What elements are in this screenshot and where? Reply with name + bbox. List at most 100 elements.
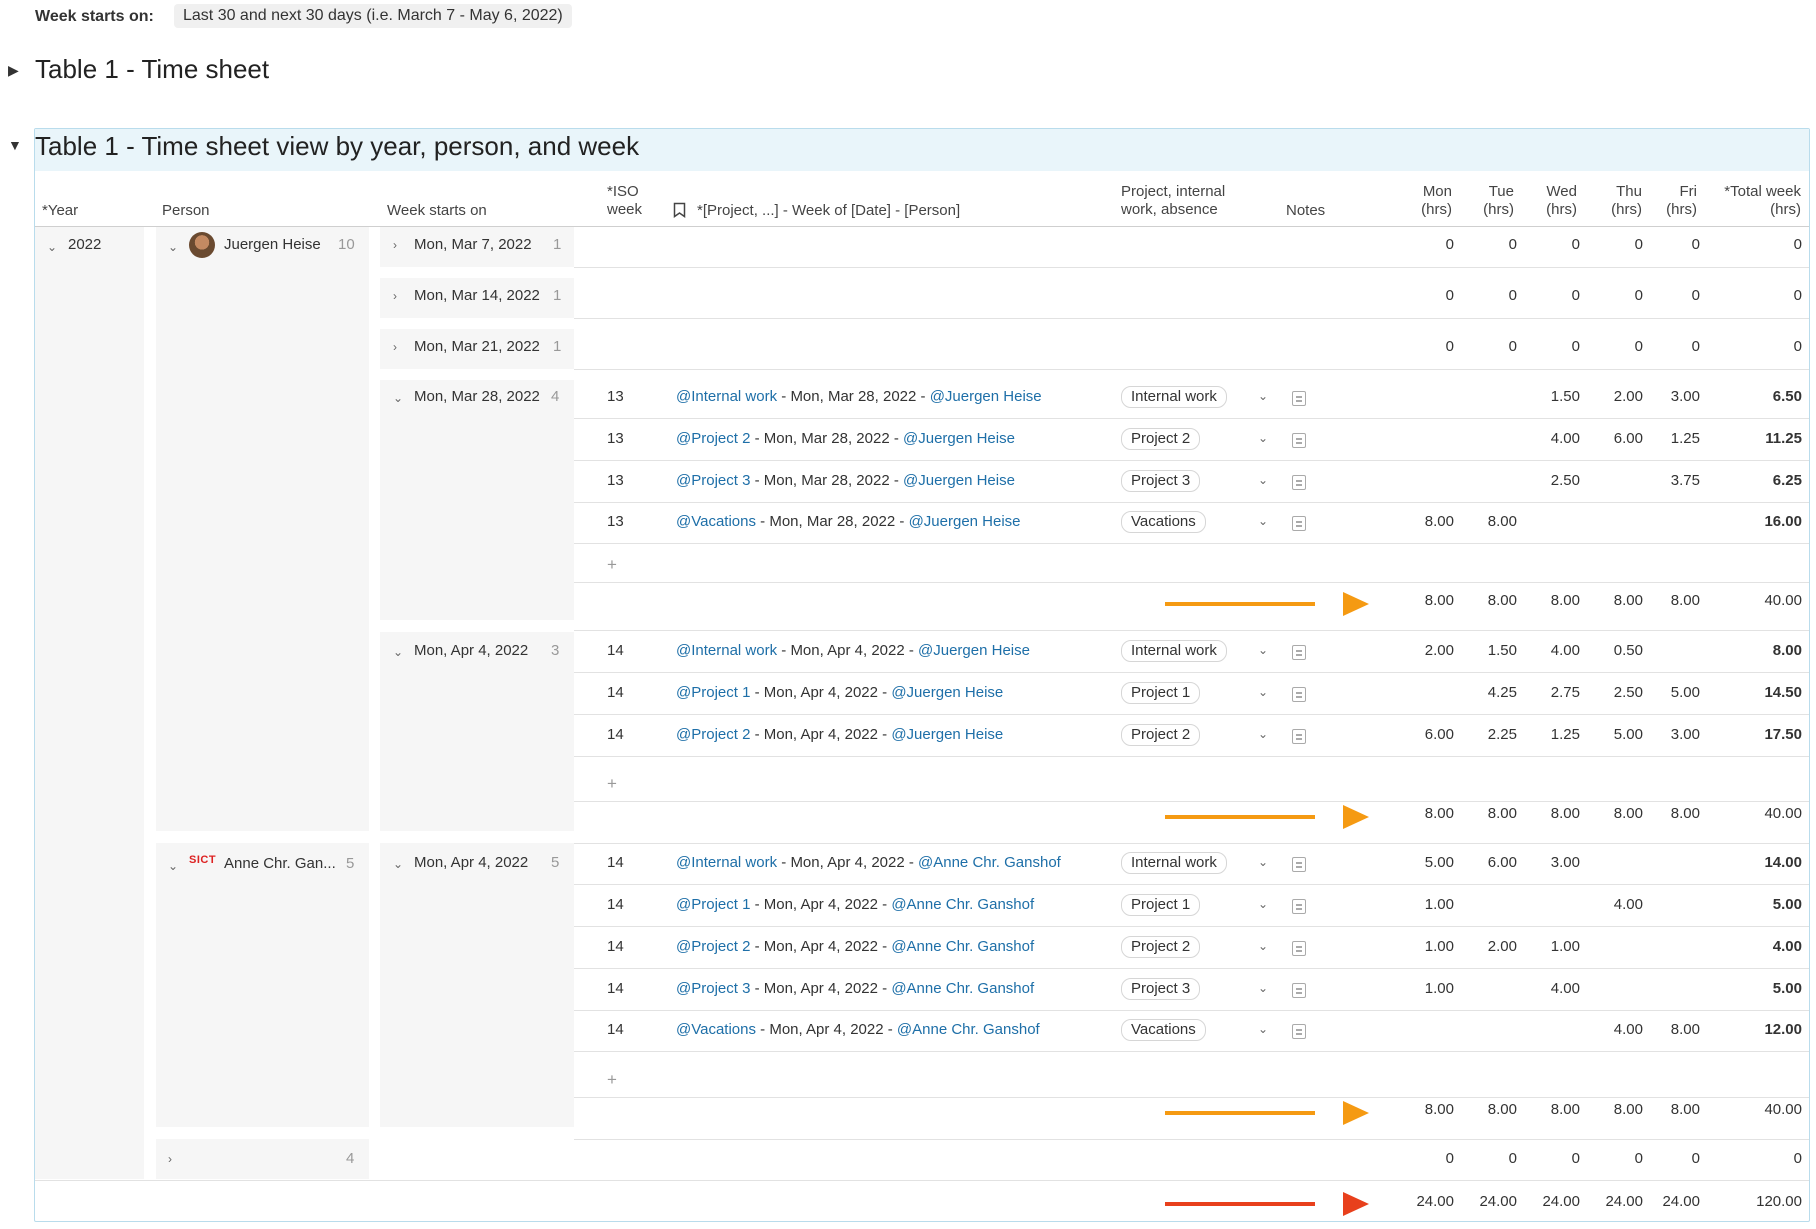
cell-tue[interactable]: 8.00 [1467,513,1517,530]
cell-total[interactable]: 8.00 [1752,642,1802,659]
cell-wed[interactable]: 0 [1530,1150,1580,1167]
row-name-cell[interactable]: @Internal work - Mon, Mar 28, 2022 - @Ju… [676,388,1042,405]
project-select-pill[interactable]: Internal work [1121,386,1227,408]
cell-mon[interactable]: 1.00 [1404,980,1454,997]
chevron-right-icon[interactable]: › [393,340,397,354]
col-header-total[interactable]: *Total week (hrs) [1705,183,1801,219]
cell-thu[interactable]: 8.00 [1593,805,1643,822]
cell-total[interactable]: 4.00 [1752,938,1802,955]
cell-thu[interactable]: 6.00 [1593,430,1643,447]
cell-total[interactable]: 0 [1752,1150,1802,1167]
cell-fri[interactable]: 8.00 [1650,1101,1700,1118]
chevron-down-icon[interactable]: ⌄ [1258,389,1268,403]
cell-thu[interactable]: 0 [1593,338,1643,355]
cell-wed[interactable]: 4.00 [1530,430,1580,447]
person-mention-link[interactable]: @Juergen Heise [909,513,1021,530]
cell-fri[interactable]: 8.00 [1650,1021,1700,1038]
cell-mon[interactable]: 1.00 [1404,896,1454,913]
cell-tue[interactable]: 24.00 [1467,1193,1517,1210]
cell-tue[interactable]: 2.25 [1467,726,1517,743]
project-select-pill[interactable]: Project 3 [1121,470,1201,492]
expand-triangle-icon[interactable]: ▶ [8,62,19,79]
project-select-pill[interactable]: Project 2 [1121,428,1201,450]
chevron-down-icon[interactable]: ⌄ [1258,1022,1268,1036]
cell-total[interactable]: 16.00 [1752,513,1802,530]
cell-fri[interactable]: 8.00 [1650,805,1700,822]
col-header-name[interactable]: *[Project, ...] - Week of [Date] - [Pers… [697,202,960,220]
cell-mon[interactable]: 2.00 [1404,642,1454,659]
project-mention-link[interactable]: @Project 3 [676,980,750,997]
project-select-pill[interactable]: Project 3 [1121,978,1201,1000]
project-select-pill[interactable]: Project 2 [1121,936,1201,958]
cell-mon[interactable]: 8.00 [1404,1101,1454,1118]
project-mention-link[interactable]: @Project 2 [676,726,750,743]
person-mention-link[interactable]: @Anne Chr. Ganshof [918,854,1061,871]
notes-icon[interactable] [1292,475,1306,490]
person-mention-link[interactable]: @Juergen Heise [918,642,1030,659]
row-name-cell[interactable]: @Project 2 - Mon, Mar 28, 2022 - @Juerge… [676,430,1015,447]
iso-week-cell[interactable]: 14 [607,642,624,659]
cell-total[interactable]: 12.00 [1752,1021,1802,1038]
cell-mon[interactable]: 1.00 [1404,938,1454,955]
chevron-down-icon[interactable]: ⌄ [1258,727,1268,741]
person-mention-link[interactable]: @Anne Chr. Ganshof [897,1021,1040,1038]
cell-wed[interactable]: 1.00 [1530,938,1580,955]
person-mention-link[interactable]: @Juergen Heise [930,388,1042,405]
col-header-fri[interactable]: Fri (hrs) [1657,183,1697,219]
iso-week-cell[interactable]: 13 [607,513,624,530]
cell-wed[interactable]: 8.00 [1530,592,1580,609]
iso-week-cell[interactable]: 13 [607,388,624,405]
cell-tue[interactable]: 4.25 [1467,684,1517,701]
project-mention-link[interactable]: @Project 2 [676,430,750,447]
chevron-down-icon[interactable]: ⌄ [168,240,178,254]
cell-wed[interactable]: 0 [1530,338,1580,355]
chevron-down-icon[interactable]: ⌄ [1258,473,1268,487]
cell-wed[interactable]: 8.00 [1530,1101,1580,1118]
cell-mon[interactable]: 24.00 [1404,1193,1454,1210]
notes-icon[interactable] [1292,433,1306,448]
section-title-timesheet[interactable]: Table 1 - Time sheet [35,54,269,85]
project-mention-link[interactable]: @Internal work [676,642,777,659]
cell-thu[interactable]: 0 [1593,236,1643,253]
cell-mon[interactable]: 8.00 [1404,805,1454,822]
notes-icon[interactable] [1292,983,1306,998]
person-mention-link[interactable]: @Juergen Heise [891,726,1003,743]
chevron-down-icon[interactable]: ⌄ [393,857,403,871]
cell-wed[interactable]: 1.50 [1530,388,1580,405]
project-mention-link[interactable]: @Internal work [676,854,777,871]
cell-tue[interactable]: 0 [1467,1150,1517,1167]
cell-fri[interactable]: 24.00 [1650,1193,1700,1210]
cell-fri[interactable]: 0 [1650,338,1700,355]
chevron-down-icon[interactable]: ⌄ [1258,897,1268,911]
cell-fri[interactable]: 0 [1650,236,1700,253]
cell-tue[interactable]: 8.00 [1467,805,1517,822]
project-mention-link[interactable]: @Project 3 [676,472,750,489]
chevron-right-icon[interactable]: › [393,289,397,303]
person-mention-link[interactable]: @Anne Chr. Ganshof [891,980,1034,997]
cell-total[interactable]: 17.50 [1752,726,1802,743]
cell-total[interactable]: 14.00 [1752,854,1802,871]
project-select-pill[interactable]: Project 1 [1121,682,1201,704]
col-header-thu[interactable]: Thu (hrs) [1602,183,1642,219]
cell-thu[interactable]: 4.00 [1593,1021,1643,1038]
iso-week-cell[interactable]: 14 [607,1021,624,1038]
project-select-pill[interactable]: Project 2 [1121,724,1201,746]
col-header-person[interactable]: Person [162,202,210,220]
row-name-cell[interactable]: @Project 2 - Mon, Apr 4, 2022 - @Anne Ch… [676,938,1034,955]
cell-wed[interactable]: 0 [1530,236,1580,253]
iso-week-cell[interactable]: 14 [607,980,624,997]
project-mention-link[interactable]: @Vacations [676,1021,756,1038]
cell-total[interactable]: 14.50 [1752,684,1802,701]
cell-fri[interactable]: 0 [1650,287,1700,304]
notes-icon[interactable] [1292,516,1306,531]
cell-thu[interactable]: 0 [1593,1150,1643,1167]
collapse-triangle-icon[interactable]: ▼ [8,137,22,153]
col-header-notes[interactable]: Notes [1286,202,1325,220]
notes-icon[interactable] [1292,941,1306,956]
project-select-pill[interactable]: Vacations [1121,511,1206,533]
person-mention-link[interactable]: @Anne Chr. Ganshof [891,938,1034,955]
col-header-project[interactable]: Project, internal work, absence [1121,183,1225,219]
cell-total[interactable]: 0 [1752,287,1802,304]
col-header-iso[interactable]: *ISO week [607,183,642,219]
cell-total[interactable]: 0 [1752,236,1802,253]
